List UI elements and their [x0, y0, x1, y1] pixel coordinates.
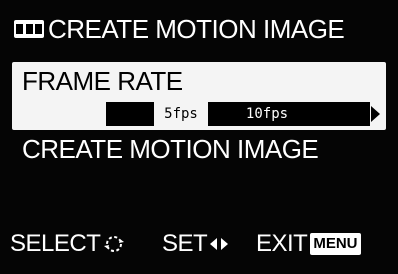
- hint-set: SET: [162, 230, 256, 258]
- menu-button-badge: MENU: [310, 233, 361, 255]
- select-label: SELECT: [10, 230, 101, 257]
- menu-item-frame-rate[interactable]: FRAME RATE 5fps 10fps: [12, 62, 386, 130]
- motion-frames-icon: [14, 20, 44, 38]
- right-arrow-icon[interactable]: [371, 106, 380, 122]
- title-bar: CREATE MOTION IMAGE: [14, 10, 384, 48]
- camera-menu-screen: CREATE MOTION IMAGE FRAME RATE 5fps 10fp…: [0, 0, 398, 274]
- hint-select: SELECT: [10, 230, 162, 258]
- set-label: SET: [162, 230, 208, 257]
- frame-rate-selector[interactable]: 5fps 10fps: [106, 102, 370, 126]
- footer-hints: SELECT SET EXIT MENU: [10, 226, 390, 262]
- frame-rate-label: FRAME RATE: [22, 66, 183, 96]
- menu-item-create-motion-image[interactable]: CREATE MOTION IMAGE: [22, 134, 319, 165]
- exit-label: EXIT: [256, 230, 308, 257]
- rate-option-10fps[interactable]: 10fps: [224, 102, 310, 126]
- rate-option-5fps[interactable]: 5fps: [154, 102, 208, 126]
- hint-exit: EXIT MENU: [256, 230, 361, 258]
- page-title: CREATE MOTION IMAGE: [48, 13, 345, 44]
- control-dial-icon: [104, 236, 125, 252]
- left-right-arrows-icon: [210, 238, 229, 250]
